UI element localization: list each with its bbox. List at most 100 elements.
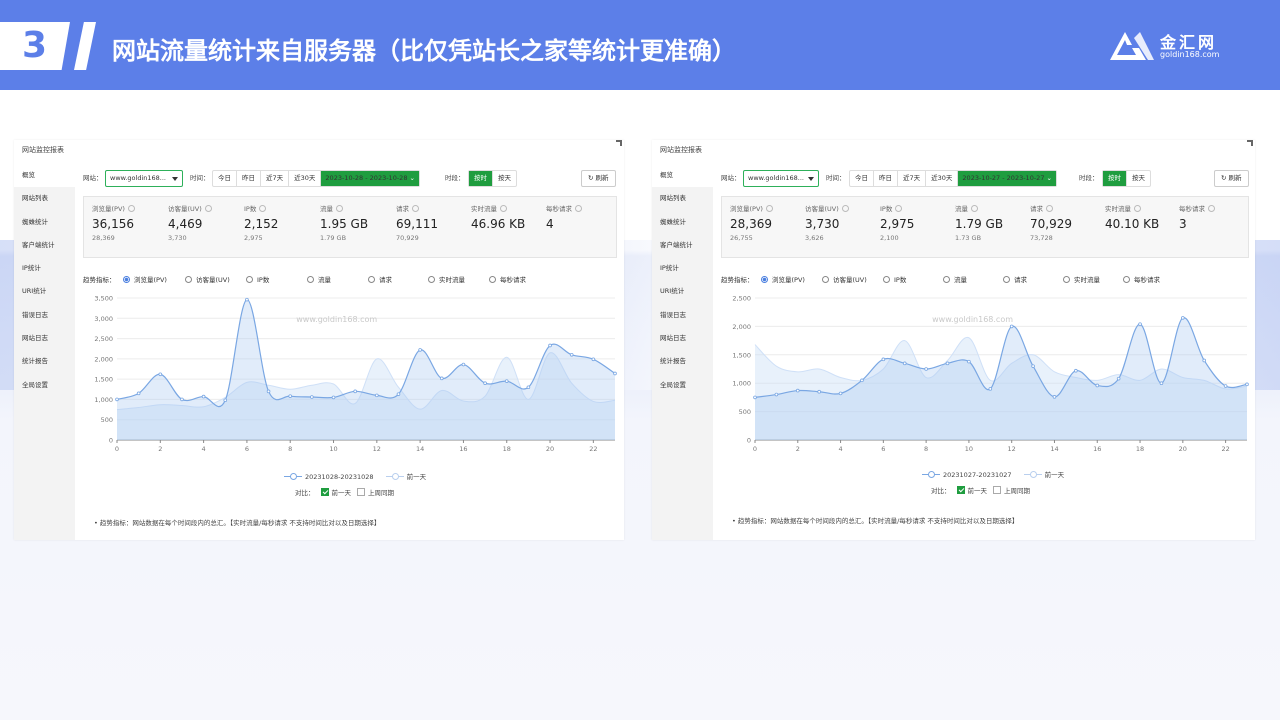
data-point [988, 387, 993, 391]
period-button-hour[interactable]: 按时 [469, 171, 493, 186]
x-tick-label: 16 [459, 445, 467, 453]
metric-radio-uv[interactable]: 访客量(UV) [822, 274, 867, 284]
stat-value: 2,152 [244, 217, 279, 231]
legend-item-current[interactable]: 20231027-20231027 [922, 471, 1012, 479]
time-button-yesterday[interactable]: 昨日 [237, 171, 261, 186]
metric-radio-uv[interactable]: 访客量(UV) [185, 274, 230, 284]
trend-chart: 0 500 1,000 1,500 2,000 2,500 3,000 3,500 0 2 4 6 8 1… [94, 295, 617, 453]
stat-label: 浏览量(PV) [92, 205, 125, 213]
sidebar-item-report[interactable]: 统计报告 [14, 350, 75, 373]
time-button-30days[interactable]: 近30天 [926, 171, 959, 186]
time-button-7days[interactable]: 近7天 [898, 171, 927, 186]
compare-option-prev-day[interactable]: 前一天 [968, 487, 988, 495]
refresh-label: 刷新 [595, 174, 609, 182]
time-button-today[interactable]: 今日 [850, 171, 874, 186]
refresh-button[interactable]: ↻ 刷新 [581, 170, 616, 187]
metric-label: 流量 [954, 276, 967, 284]
data-point [1159, 381, 1164, 385]
sidebar-item-site-log[interactable]: 网站日志 [652, 327, 713, 350]
metric-radio-requests[interactable]: 请求 [1003, 274, 1027, 284]
refresh-button[interactable]: ↻ 刷新 [1214, 170, 1249, 187]
y-tick-label: 2,500 [732, 295, 751, 303]
time-button-yesterday[interactable]: 昨日 [874, 171, 898, 186]
checkbox-checked-icon[interactable] [956, 486, 965, 494]
site-select[interactable]: www.goldin168... [743, 170, 819, 187]
x-tick-label: 12 [1008, 445, 1016, 453]
sidebar-item-site-log[interactable]: 网站日志 [14, 327, 75, 350]
stat-value: 1.95 GB [320, 217, 369, 231]
date-range-picker[interactable]: 2023-10-27 - 2023-10-27 ⌄ [958, 171, 1056, 186]
legend-item-previous[interactable]: 前一天 [385, 473, 426, 481]
period-button-hour[interactable]: 按时 [1103, 171, 1127, 186]
data-point [902, 361, 907, 366]
data-point [115, 397, 119, 402]
metric-label: IP数 [894, 276, 907, 284]
compare-option-last-week[interactable]: 上周同期 [1004, 487, 1030, 495]
sidebar-item-error-log[interactable]: 错误日志 [14, 304, 75, 327]
data-point [245, 297, 249, 302]
metric-radio-requests[interactable]: 请求 [368, 274, 392, 284]
sidebar-item-settings[interactable]: 全局设置 [14, 374, 75, 397]
sidebar-item-sites[interactable]: 网站列表 [652, 187, 713, 210]
time-button-30days[interactable]: 近30天 [289, 171, 322, 186]
sidebar-item-error-log[interactable]: 错误日志 [652, 304, 713, 327]
x-tick-label: 16 [1093, 445, 1101, 453]
stat-label: 浏览量(PV) [730, 205, 763, 213]
metric-radio-rps[interactable]: 每秒请求 [1123, 274, 1160, 284]
metric-radio-rps[interactable]: 每秒请求 [489, 274, 526, 284]
panel-title: 网站监控报表 [22, 146, 64, 154]
sidebar-item-overview[interactable]: 概览 [652, 164, 713, 188]
compare-option-prev-day[interactable]: 前一天 [332, 489, 352, 497]
sidebar-item-ip[interactable]: IP统计 [652, 257, 713, 280]
metric-radio-realtime[interactable]: 实时流量 [428, 274, 465, 284]
data-point [1009, 324, 1014, 329]
stat-label: 实时流量 [471, 205, 497, 213]
period-button-day[interactable]: 按天 [1127, 171, 1150, 186]
compare-row: 对比： 前一天 上周同期 [295, 487, 394, 497]
metric-radio-pv[interactable]: 浏览量(PV) [123, 274, 167, 284]
metric-radio-ip[interactable]: IP数 [246, 274, 269, 284]
time-button-7days[interactable]: 近7天 [261, 171, 290, 186]
compare-option-last-week[interactable]: 上周同期 [368, 489, 394, 497]
stat-value: 2,975 [880, 217, 915, 231]
checkbox-icon[interactable] [993, 486, 1001, 494]
checkbox-icon[interactable] [357, 488, 365, 496]
metric-radio-traffic[interactable]: 流量 [307, 274, 331, 284]
legend-label: 20231027-20231027 [943, 471, 1012, 479]
corner-mark-icon [616, 140, 622, 146]
data-point [136, 391, 141, 396]
date-range-picker[interactable]: 2023-10-28 - 2023-10-28 ⌄ [321, 171, 419, 186]
checkbox-checked-icon[interactable] [320, 488, 329, 496]
y-tick-label: 500 [739, 408, 751, 416]
x-tick-label: 4 [838, 445, 842, 453]
stat-label: 请求 [396, 205, 409, 213]
sidebar-item-sites[interactable]: 网站列表 [14, 187, 75, 210]
sidebar-item-spider[interactable]: 蜘蛛统计 [14, 211, 75, 234]
metric-radio-traffic[interactable]: 流量 [943, 274, 967, 284]
metric-radio-ip[interactable]: IP数 [883, 274, 906, 284]
sidebar-item-client[interactable]: 客户端统计 [14, 234, 75, 257]
date-range-value: 2023-10-27 - 2023-10-27 [962, 174, 1045, 182]
sidebar-item-ip[interactable]: IP统计 [14, 257, 75, 280]
page-title: 网站流量统计来自服务器（比仅凭站长之家等统计更准确） [112, 37, 736, 65]
sidebar-item-uri[interactable]: URI统计 [14, 280, 75, 303]
metric-label: 浏览量(PV) [134, 276, 167, 284]
sidebar-item-spider[interactable]: 蜘蛛统计 [652, 211, 713, 234]
sidebar-item-client[interactable]: 客户端统计 [652, 234, 713, 257]
sidebar-item-uri[interactable]: URI统计 [652, 280, 713, 303]
period-button-day[interactable]: 按天 [493, 171, 516, 186]
sidebar-item-report[interactable]: 统计报告 [652, 350, 713, 373]
metric-radio-realtime[interactable]: 实时流量 [1063, 274, 1100, 284]
legend-item-current[interactable]: 20231028-20231028 [284, 473, 374, 481]
data-point [838, 391, 843, 396]
stat-value: 3,730 [805, 217, 840, 231]
sidebar-item-settings[interactable]: 全局设置 [652, 374, 713, 397]
site-select[interactable]: www.goldin168... [105, 170, 183, 187]
legend-item-previous[interactable]: 前一天 [1023, 471, 1064, 479]
caret-down-icon [808, 177, 814, 181]
metric-radio-pv[interactable]: 浏览量(PV) [761, 274, 805, 284]
sidebar-item-overview[interactable]: 概览 [14, 164, 75, 188]
data-point [158, 372, 163, 377]
time-button-today[interactable]: 今日 [213, 171, 237, 186]
stat-label: 实时流量 [1105, 205, 1131, 213]
